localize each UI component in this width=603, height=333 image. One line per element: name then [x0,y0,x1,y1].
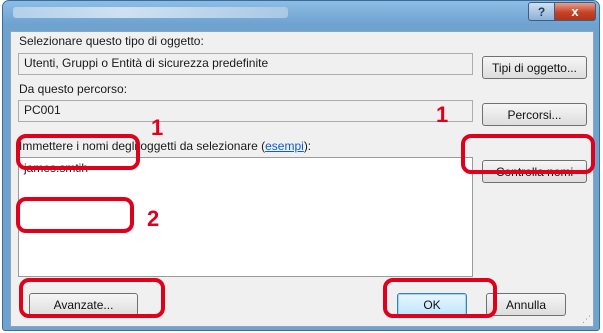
highlight-names-input [16,197,134,233]
location-field: PC001 [18,100,473,122]
resize-grip-icon[interactable]: ⋰ [582,314,591,325]
cancel-button[interactable]: Annulla [486,293,566,316]
close-button[interactable]: x [554,2,596,21]
examples-link[interactable]: esempi [265,139,304,153]
title-bar[interactable]: ? x [3,1,599,25]
close-icon: x [571,4,579,19]
location-label: Da questo percorso: [19,82,128,96]
step-number-names: 2 [147,206,160,231]
step-number-locations-button: 1 [436,102,449,127]
highlight-location-field [16,134,140,170]
highlight-locations-button [461,134,595,174]
names-label-suffix: ): [303,139,312,153]
locations-button[interactable]: Percorsi... [482,103,587,126]
help-icon: ? [537,4,546,19]
object-types-button[interactable]: Tipi di oggetto... [482,56,587,79]
step-number-location: 1 [151,115,164,140]
highlight-ok-button [383,278,497,318]
object-type-field: Utenti, Gruppi o Entità di sicurezza pre… [18,53,473,75]
help-button[interactable]: ? [528,2,555,21]
object-type-label: Selezionare questo tipo di oggetto: [19,34,204,48]
blurred-title [13,7,288,18]
highlight-advanced-button [19,278,165,318]
